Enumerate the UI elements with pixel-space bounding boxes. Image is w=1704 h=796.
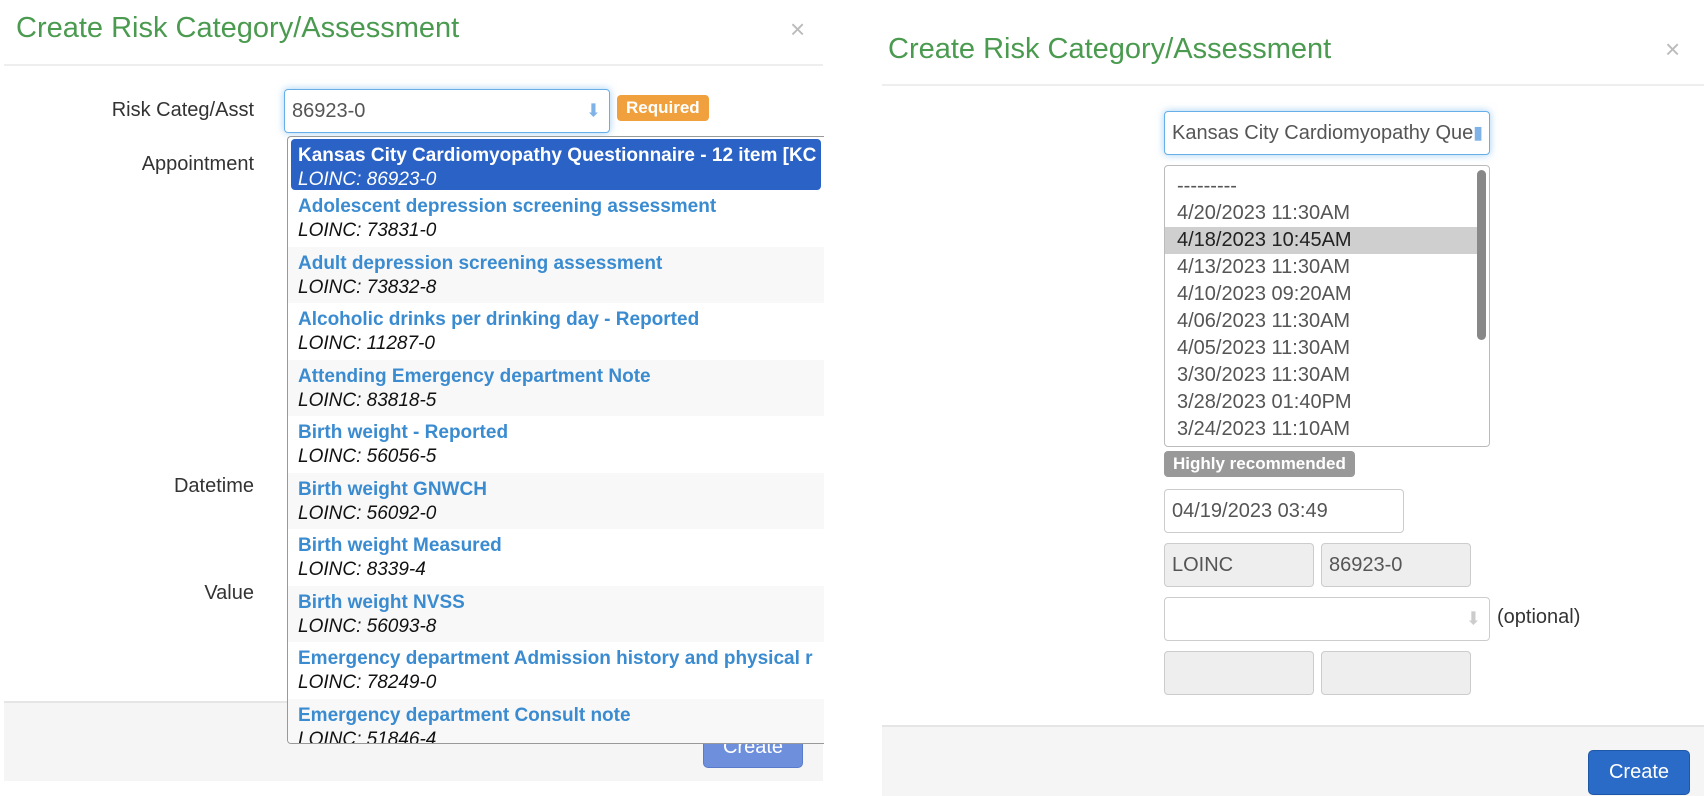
datetime-input[interactable]: 04/19/2023 03:49: [1164, 489, 1404, 533]
appointment-option[interactable]: 3/22/2023 11:30AM: [1165, 443, 1489, 446]
option-code: LOINC: 56056-5: [298, 446, 437, 467]
option-name: Adult depression screening assessment: [298, 252, 663, 274]
option-code: LOINC: 73832-8: [298, 276, 437, 298]
autocomplete-option[interactable]: Alcoholic drinks per drinking day - Repo…: [288, 303, 824, 360]
right-modal: Create Risk Category/Assessment × Risk C…: [882, 0, 1704, 796]
appointment-option[interactable]: 4/05/2023 11:30AM: [1165, 335, 1489, 362]
datetime-label: Datetime: [173, 475, 254, 497]
option-code: LOINC: 8339-4: [298, 559, 426, 580]
left-modal: Create Risk Category/Assessment × Risk C…: [0, 0, 824, 794]
option-code: LOINC: 11287-0: [298, 333, 435, 354]
option-name: Adolescent depression screening assessme…: [298, 196, 717, 217]
option-code: LOINC: 83818-5: [298, 389, 437, 411]
modal-title: Create Risk Category/Assessment: [888, 33, 1332, 65]
option-name: Birth weight - Reported: [298, 422, 509, 443]
risk-label: Risk Categ/Asst: [111, 99, 254, 121]
unit-system-field: [1164, 651, 1314, 695]
required-badge: Required: [617, 95, 709, 121]
autocomplete-option[interactable]: Attending Emergency department Note LOINC…: [288, 359, 824, 416]
arrow-down-icon[interactable]: ⬇: [586, 101, 601, 122]
highly-recommended-badge: Highly recommended: [1164, 451, 1355, 477]
modal-footer: [882, 725, 1704, 796]
unit-value-field: [1321, 651, 1471, 695]
option-name: Emergency department Admission history a…: [298, 648, 813, 669]
appointment-option[interactable]: ---------: [1165, 173, 1489, 200]
value-select[interactable]: ⬇: [1164, 597, 1490, 641]
option-name: Attending Emergency department Note: [298, 365, 651, 387]
autocomplete-option[interactable]: Adolescent depression screening assessme…: [288, 190, 824, 247]
option-name: Birth weight Measured: [298, 535, 502, 556]
arrow-down-icon[interactable]: ▮: [1473, 123, 1483, 144]
optional-label: (optional): [1497, 606, 1581, 628]
option-name: Emergency department Consult note: [298, 704, 631, 726]
appointment-option[interactable]: 3/24/2023 11:10AM: [1165, 416, 1489, 443]
scrollbar-thumb[interactable]: [1477, 170, 1486, 340]
arrow-down-icon[interactable]: ⬇: [1466, 609, 1481, 630]
appointment-option[interactable]: 3/30/2023 11:30AM: [1165, 362, 1489, 389]
datetime-value: 04/19/2023 03:49: [1172, 499, 1328, 522]
appointment-option[interactable]: 4/13/2023 11:30AM: [1165, 254, 1489, 281]
modal-title: Create Risk Category/Assessment: [16, 12, 460, 44]
header-divider: [882, 84, 1704, 86]
option-code: LOINC: 73831-0: [298, 220, 437, 241]
autocomplete-dropdown: Kansas City Cardiomyopathy Questionnaire…: [287, 136, 824, 744]
option-name: Birth weight GNWCH: [298, 478, 487, 500]
autocomplete-option[interactable]: Birth weight - Reported LOINC: 56056-5: [288, 416, 824, 473]
option-name: Birth weight NVSS: [298, 591, 465, 613]
option-code: LOINC: 56092-0: [298, 502, 437, 524]
option-name: Kansas City Cardiomyopathy Questionnaire…: [298, 145, 817, 166]
value-label: Value: [204, 582, 254, 604]
autocomplete-option[interactable]: Birth weight GNWCH LOINC: 56092-0: [288, 472, 824, 529]
code-value-field: 86923-0: [1321, 543, 1471, 587]
risk-category-input[interactable]: Kansas City Cardiomyopathy Que ▮: [1164, 111, 1490, 155]
option-code: LOINC: 86923-0: [298, 169, 437, 190]
appointment-option[interactable]: 4/10/2023 09:20AM: [1165, 281, 1489, 308]
risk-category-input[interactable]: 86923-0 ⬇: [284, 89, 610, 133]
autocomplete-option[interactable]: Birth weight NVSS LOINC: 56093-8: [288, 585, 824, 642]
header-divider: [4, 64, 823, 66]
autocomplete-option[interactable]: Kansas City Cardiomyopathy Questionnaire…: [291, 139, 821, 190]
code-value: 86923-0: [1329, 553, 1403, 576]
autocomplete-option[interactable]: Emergency department Consult note LOINC: …: [288, 698, 824, 744]
option-code: LOINC: 78249-0: [298, 672, 437, 693]
close-icon[interactable]: ×: [1665, 36, 1680, 62]
option-code: LOINC: 51846-4: [298, 728, 437, 744]
risk-input-value: Kansas City Cardiomyopathy Que: [1172, 121, 1474, 144]
appointment-option[interactable]: 4/06/2023 11:30AM: [1165, 308, 1489, 335]
create-button[interactable]: Create: [1588, 750, 1690, 795]
appointment-label: Appointment: [141, 153, 254, 175]
autocomplete-option[interactable]: Adult depression screening assessment LOI…: [288, 246, 824, 303]
close-icon[interactable]: ×: [790, 16, 805, 42]
autocomplete-option[interactable]: Birth weight Measured LOINC: 8339-4: [288, 529, 824, 586]
risk-input-value: 86923-0: [292, 99, 366, 122]
appointment-option[interactable]: 4/20/2023 11:30AM: [1165, 200, 1489, 227]
autocomplete-option[interactable]: Emergency department Admission history a…: [288, 642, 824, 699]
appointment-option[interactable]: 4/18/2023 10:45AM: [1165, 227, 1477, 254]
code-system-value: LOINC: [1172, 553, 1234, 576]
appointment-listbox[interactable]: --------- 4/20/2023 11:30AM 4/18/2023 10:4…: [1164, 165, 1490, 447]
option-code: LOINC: 56093-8: [298, 615, 437, 637]
appointment-option[interactable]: 3/28/2023 01:40PM: [1165, 389, 1489, 416]
option-name: Alcoholic drinks per drinking day - Repo…: [298, 309, 700, 330]
code-system-field: LOINC: [1164, 543, 1314, 587]
